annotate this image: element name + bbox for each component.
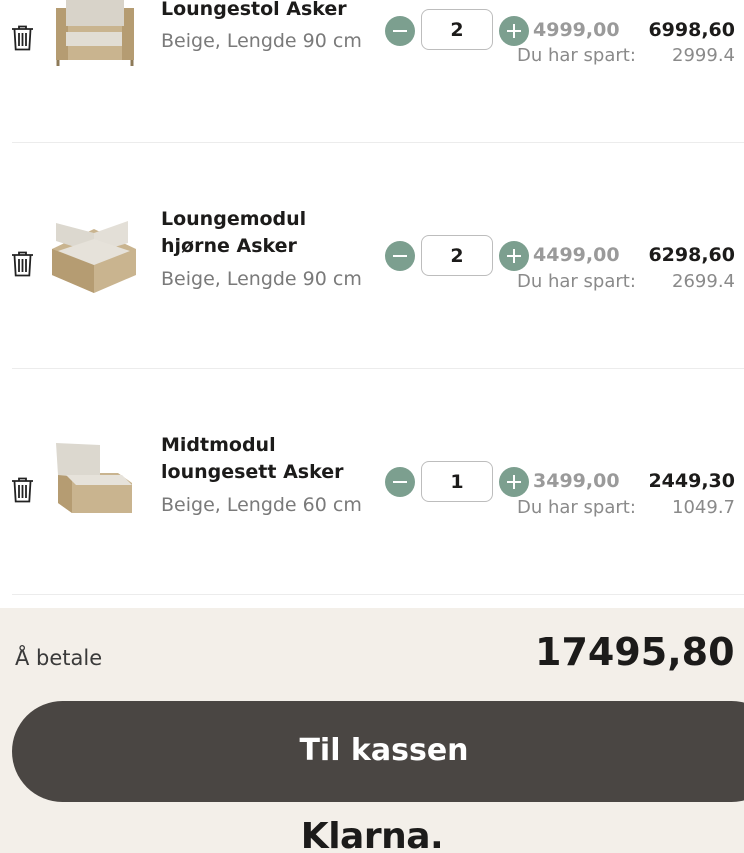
saved-value: 2999.4 [672, 45, 735, 66]
unit-price: 4499,00 [533, 244, 620, 266]
plus-icon[interactable] [499, 467, 529, 497]
lounge-chair-image [46, 0, 142, 74]
minus-icon[interactable] [385, 467, 415, 497]
line-total: 6998,60 [648, 19, 735, 41]
checkout-button[interactable]: Til kassen [12, 701, 744, 802]
product-variant: Beige, Lengde 60 cm [161, 494, 362, 516]
line-total: 2449,30 [648, 470, 735, 492]
quantity-input[interactable] [421, 9, 493, 50]
saved-label: Du har spart: [517, 45, 636, 66]
item-divider [12, 594, 744, 595]
middle-module-image [46, 439, 142, 519]
cart-item: Midtmodul loungesett Asker Beige, Lengde… [0, 369, 744, 595]
trash-icon[interactable] [11, 251, 34, 277]
minus-icon[interactable] [385, 241, 415, 271]
quantity-input[interactable] [421, 461, 493, 502]
corner-module-image [46, 215, 142, 295]
saved-value: 1049.7 [672, 497, 735, 518]
cart-item: Loungemodul hjørne Asker Beige, Lengde 9… [0, 143, 744, 369]
unit-price: 4999,00 [533, 19, 620, 41]
product-variant: Beige, Lengde 90 cm [161, 268, 362, 290]
minus-icon[interactable] [385, 16, 415, 46]
saved-label: Du har spart: [517, 497, 636, 518]
pay-label: Å betale [15, 646, 103, 670]
unit-price: 3499,00 [533, 470, 620, 492]
cart-item: Loungestol Asker Beige, Lengde 90 cm 499… [0, 0, 744, 143]
saved-value: 2699.4 [672, 271, 735, 292]
saved-label: Du har spart: [517, 271, 636, 292]
trash-icon[interactable] [11, 25, 34, 51]
product-variant: Beige, Lengde 90 cm [161, 30, 362, 52]
product-name[interactable]: Midtmodul loungesett Asker [161, 432, 381, 486]
plus-icon[interactable] [499, 241, 529, 271]
line-total: 6298,60 [648, 244, 735, 266]
trash-icon[interactable] [11, 477, 34, 503]
product-name[interactable]: Loungemodul hjørne Asker [161, 206, 381, 260]
klarna-logo: Klarna. [300, 816, 444, 853]
order-summary: Å betale 17495,80 kr Til kassen Klarna. [0, 608, 744, 853]
plus-icon[interactable] [499, 16, 529, 46]
quantity-input[interactable] [421, 235, 493, 276]
pay-total: 17495,80 kr [535, 630, 744, 674]
checkout-button-label: Til kassen [299, 733, 469, 768]
product-name[interactable]: Loungestol Asker [161, 0, 381, 23]
